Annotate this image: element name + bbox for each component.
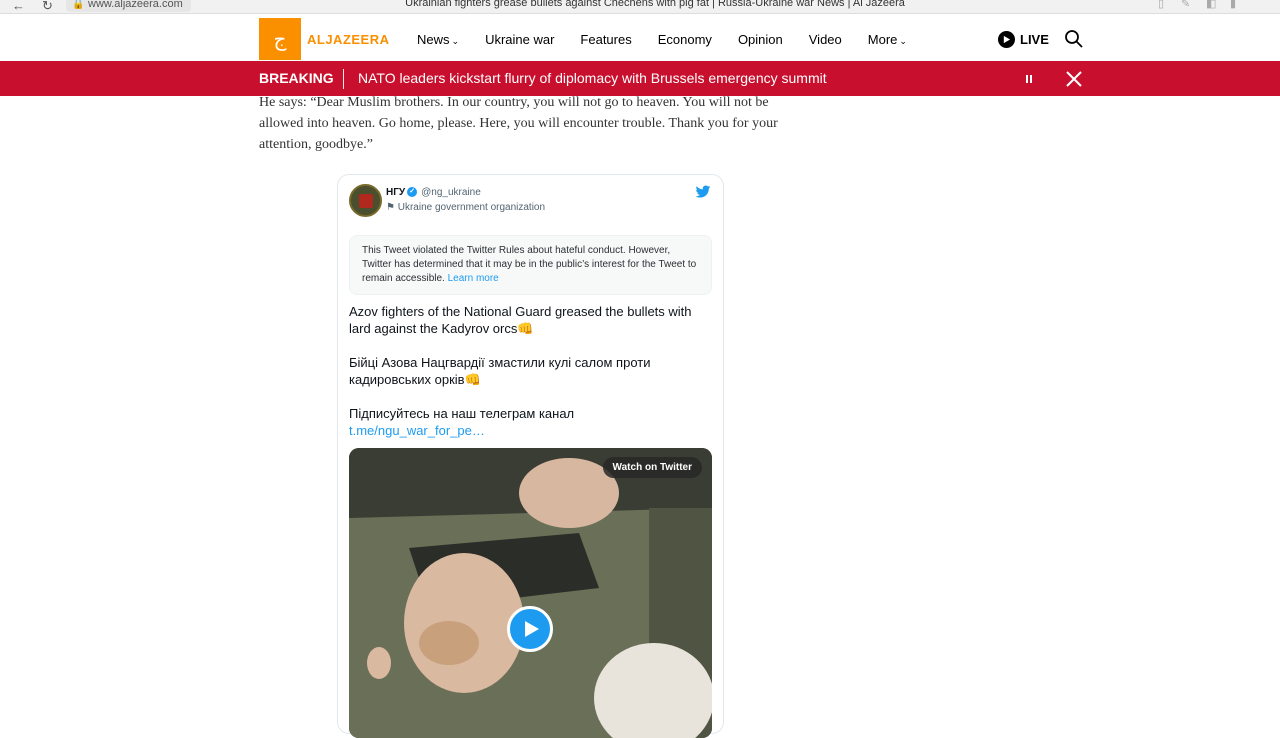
extension-icon[interactable]: ✎ <box>1181 0 1190 10</box>
reader-icon[interactable]: ▯ <box>1158 0 1164 10</box>
chevron-down-icon: ⌄ <box>451 36 460 46</box>
notice-text: This Tweet violated the Twitter Rules ab… <box>362 245 697 284</box>
play-icon <box>524 621 539 637</box>
close-icon[interactable] <box>1064 69 1084 89</box>
divider <box>343 69 344 89</box>
live-label: LIVE <box>1020 32 1049 47</box>
avatar[interactable] <box>349 184 382 217</box>
twitter-bird-icon[interactable] <box>695 185 711 199</box>
play-icon <box>998 31 1015 48</box>
chevron-down-icon: ⌄ <box>899 36 907 46</box>
emblem-icon <box>358 193 373 208</box>
rules-notice: This Tweet violated the Twitter Rules ab… <box>349 235 712 295</box>
extension-icon[interactable]: ◧ <box>1206 0 1216 10</box>
nav-opinion[interactable]: Opinion <box>738 32 783 47</box>
video-thumbnail <box>349 448 712 738</box>
author-handle: @ng_ukraine <box>421 187 481 198</box>
telegram-link[interactable]: t.me/ngu_war_for_pe… <box>349 422 709 439</box>
nav-label: More <box>867 32 898 47</box>
tweet-text-sub: Підписуйтесь на наш телеграм канал <box>349 406 575 421</box>
bookmark-icon[interactable]: ▮ <box>1230 0 1236 10</box>
nav-ukraine-war[interactable]: Ukraine war <box>485 32 554 47</box>
verified-icon: ✓ <box>407 187 418 198</box>
tweet-video[interactable]: Watch on Twitter <box>349 448 712 738</box>
main-nav: News ⌄ Ukraine war Features Economy Opini… <box>417 32 933 47</box>
nav-more[interactable]: More ⌄ <box>868 32 907 47</box>
breaking-label: BREAKING <box>259 70 334 86</box>
tweet-text-uk: Бійці Азова Нацгвардії змастили кулі сал… <box>349 355 651 387</box>
tweet-text-en: Azov fighters of the National Guard grea… <box>349 304 692 336</box>
article-paragraph: He says: “Dear Muslim brothers. In our c… <box>259 95 778 152</box>
aljazeera-logo[interactable]: ج ALJAZEERA <box>259 18 390 60</box>
tweet-body: Azov fighters of the National Guard grea… <box>349 303 709 439</box>
pause-icon[interactable] <box>1022 72 1036 86</box>
breaking-headline[interactable]: NATO leaders kickstart flurry of diploma… <box>358 70 827 86</box>
nav-economy[interactable]: Economy <box>658 32 712 47</box>
tab-title: Ukrainian fighters grease bullets agains… <box>405 0 905 9</box>
watch-on-twitter-button[interactable]: Watch on Twitter <box>602 457 702 478</box>
play-button[interactable] <box>507 606 553 652</box>
nav-features[interactable]: Features <box>580 32 631 47</box>
logo-text: ALJAZEERA <box>307 31 390 47</box>
breaking-news-bar[interactable]: BREAKING NATO leaders kickstart flurry o… <box>0 61 1280 96</box>
search-icon[interactable] <box>1064 29 1084 49</box>
logo-mark-icon: ج <box>259 18 301 60</box>
org-label-row: ⚑ Ukraine government organization <box>386 202 545 213</box>
site-header: ج ALJAZEERA News ⌄ Ukraine war Features E… <box>0 14 1280 61</box>
live-button[interactable]: LIVE <box>998 31 1049 48</box>
embedded-tweet: НГУ ✓ @ng_ukraine ⚑ Ukraine government org… <box>337 174 724 738</box>
browser-toolbar: ← ↻ 🔒 www.aljazeera.com Ukrainian fighte… <box>0 0 1280 14</box>
flag-icon: ⚑ <box>386 202 395 213</box>
tweet-author[interactable]: НГУ ✓ @ng_ukraine <box>386 187 481 198</box>
author-name: НГУ <box>386 187 406 198</box>
org-label: Ukraine government organization <box>397 202 546 213</box>
nav-video[interactable]: Video <box>809 32 842 47</box>
learn-more-link[interactable]: Learn more <box>448 273 499 284</box>
nav-label: News <box>417 32 450 47</box>
nav-news[interactable]: News ⌄ <box>417 32 459 47</box>
